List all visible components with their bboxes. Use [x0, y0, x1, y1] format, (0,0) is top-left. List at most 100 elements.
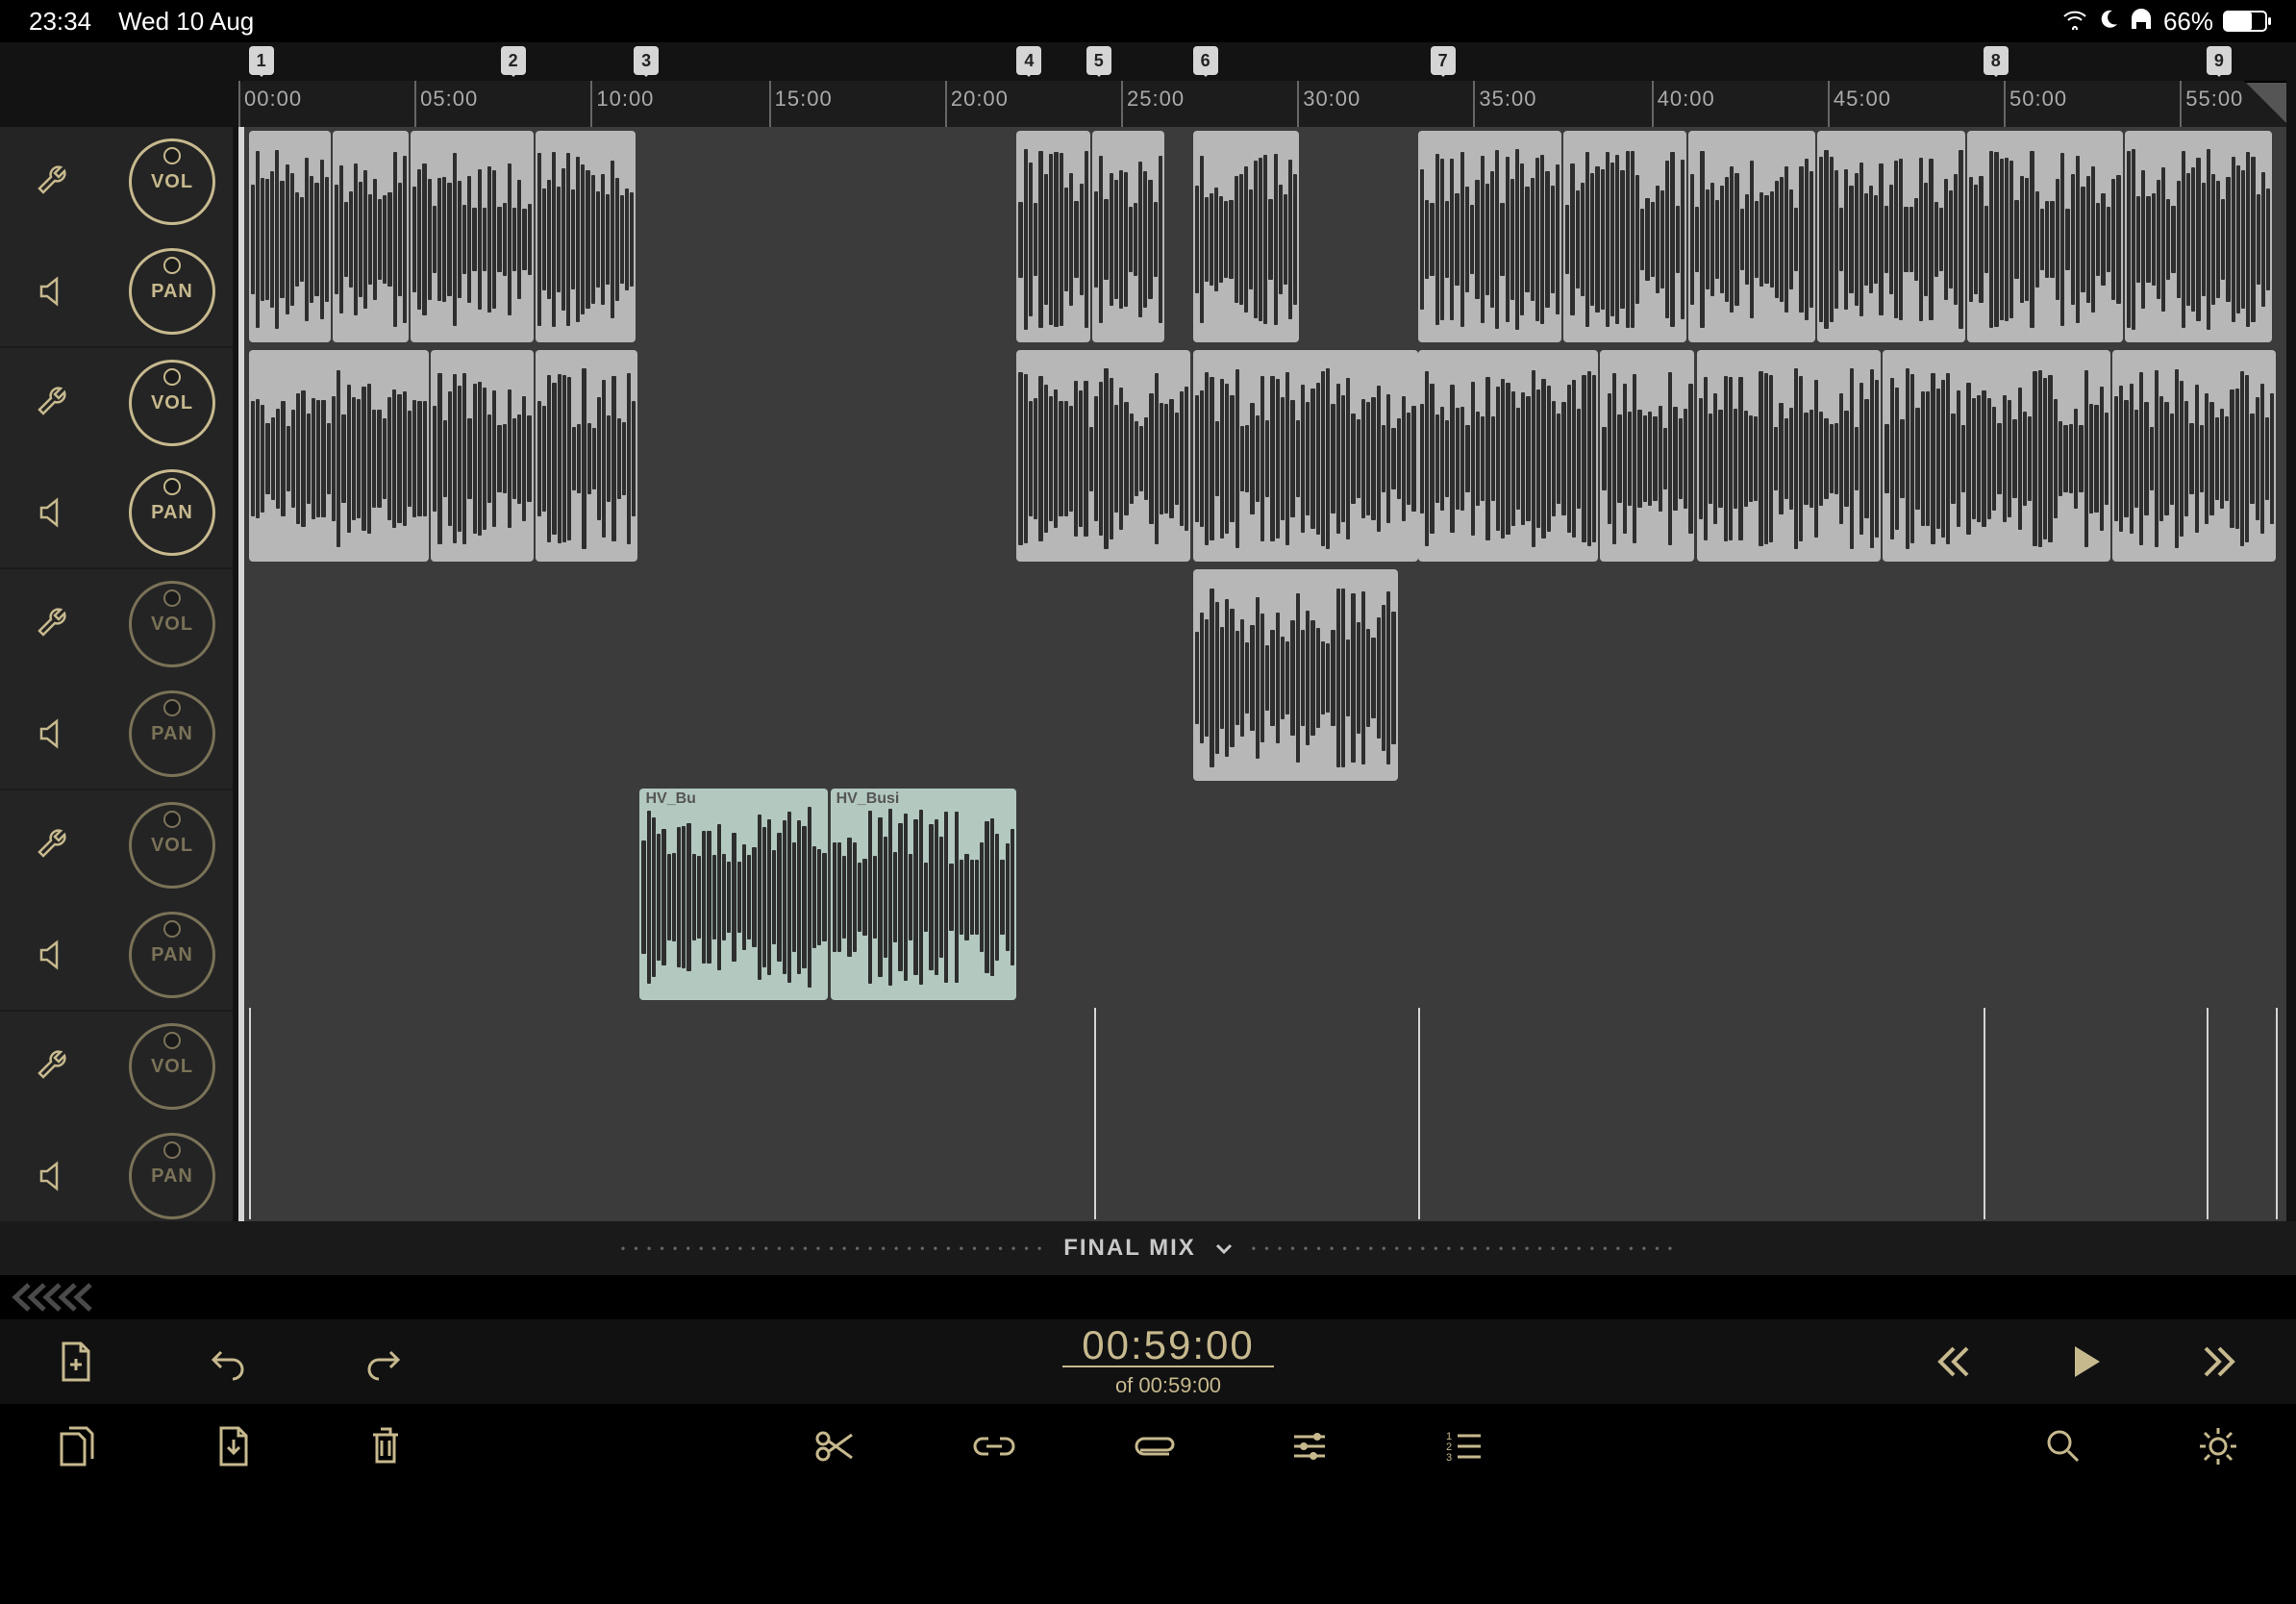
page-fold-icon[interactable] [2244, 81, 2286, 123]
redo-icon[interactable] [363, 1342, 402, 1381]
wrench-icon[interactable] [35, 826, 73, 865]
vol-knob[interactable]: VOL [129, 138, 215, 225]
audio-clip[interactable] [1697, 350, 1882, 562]
track-lane-1[interactable] [238, 127, 2286, 346]
ruler-tick: 05:00 [414, 81, 478, 127]
vol-knob[interactable]: VOL [129, 1023, 215, 1110]
list-numbered-icon[interactable]: 123 [1444, 1430, 1483, 1463]
audio-clip[interactable] [431, 350, 534, 562]
wrench-icon[interactable] [35, 163, 73, 201]
audio-clip[interactable] [1193, 350, 1418, 562]
scissors-icon[interactable] [813, 1429, 856, 1464]
dots-left: • • • • • • • • • • • • • • • • • • • • … [621, 1241, 1044, 1255]
audio-clip[interactable] [1193, 131, 1300, 342]
action-bar: 123 [0, 1404, 2296, 1489]
audio-clip[interactable]: HV_Bu [639, 789, 828, 1000]
ruler-tick: 15:00 [769, 81, 833, 127]
speaker-icon[interactable] [35, 493, 73, 532]
track-lane-3[interactable] [238, 565, 2286, 785]
audio-clip[interactable] [1600, 350, 1694, 562]
wrench-icon[interactable] [35, 605, 73, 643]
marker-row[interactable]: 1 2 3 4 5 6 7 8 9 [238, 46, 2286, 79]
editor-main: 123456789 00:0005:0010:0015:0020:0025:00… [0, 42, 2296, 1275]
audio-clip[interactable] [1418, 350, 1598, 562]
pan-knob[interactable]: PAN [129, 469, 215, 556]
audio-clip[interactable] [1817, 131, 1964, 342]
ruler-tick: 40:00 [1652, 81, 1715, 127]
link-icon[interactable] [971, 1433, 1017, 1460]
settings-sliders-icon[interactable] [1290, 1429, 1329, 1464]
marker-7[interactable]: 7 [1431, 46, 1456, 75]
audio-clip[interactable] [1193, 569, 1398, 781]
audio-clip[interactable] [1883, 350, 2109, 562]
import-file-icon[interactable] [215, 1424, 252, 1468]
audio-clip[interactable] [1016, 350, 1190, 562]
scrub-chevrons[interactable] [0, 1275, 2296, 1319]
ruler-tick: 00:00 [238, 81, 302, 127]
audio-clip[interactable] [1688, 131, 1815, 342]
marker-8[interactable]: 8 [1984, 46, 2009, 75]
marker-5[interactable]: 5 [1086, 46, 1111, 75]
time-ruler[interactable]: 00:0005:0010:0015:0020:0025:0030:0035:00… [238, 81, 2286, 127]
playhead[interactable] [238, 127, 244, 1221]
gear-icon[interactable] [2198, 1426, 2238, 1466]
chevron-down-icon[interactable] [1215, 1235, 1233, 1262]
marker-4[interactable]: 4 [1016, 46, 1041, 75]
wrench-icon[interactable] [35, 384, 73, 422]
audio-clip[interactable] [2112, 350, 2276, 562]
audio-clip[interactable] [411, 131, 534, 342]
wrench-icon[interactable] [35, 1047, 73, 1086]
speaker-icon[interactable] [35, 936, 73, 974]
audio-clip[interactable] [1092, 131, 1164, 342]
marker-6[interactable]: 6 [1193, 46, 1218, 75]
vol-knob[interactable]: VOL [129, 360, 215, 446]
status-right: 66% [2061, 7, 2267, 37]
vol-knob[interactable]: VOL [129, 802, 215, 889]
audio-clip[interactable] [249, 350, 429, 562]
mix-bar[interactable]: • • • • • • • • • • • • • • • • • • • • … [0, 1221, 2296, 1275]
status-bar: 23:34 Wed 10 Aug 66% [0, 0, 2296, 42]
track-lane-4[interactable]: HV_BuHV_Busi [238, 785, 2286, 1004]
track-lane-2[interactable] [238, 346, 2286, 565]
trash-icon[interactable] [367, 1425, 404, 1467]
transport-bar: 00:59:00 of 00:59:00 [0, 1319, 2296, 1404]
marker-line [2276, 1008, 2278, 1219]
vol-knob[interactable]: VOL [129, 581, 215, 667]
speaker-icon[interactable] [35, 1157, 73, 1195]
marker-1[interactable]: 1 [249, 46, 274, 75]
search-icon[interactable] [2044, 1427, 2083, 1466]
marker-line [1984, 1008, 1985, 1219]
battery-pct: 66% [2163, 7, 2213, 37]
wifi-icon [2061, 7, 2088, 37]
marker-3[interactable]: 3 [634, 46, 659, 75]
audio-clip[interactable] [1016, 131, 1090, 342]
skip-forward-icon[interactable] [2200, 1344, 2238, 1379]
audio-clip[interactable] [1418, 131, 1561, 342]
audio-clip[interactable] [1967, 131, 2123, 342]
battery-icon [2223, 11, 2267, 32]
audio-clip[interactable] [333, 131, 409, 342]
audio-clip[interactable] [1563, 131, 1686, 342]
marker-2[interactable]: 2 [501, 46, 526, 75]
audio-clip[interactable] [536, 350, 638, 562]
pan-knob[interactable]: PAN [129, 248, 215, 335]
pan-knob[interactable]: PAN [129, 1133, 215, 1219]
track-lanes[interactable]: HV_BuHV_Busi [238, 127, 2286, 1275]
audio-clip[interactable]: HV_Busi [831, 789, 1017, 1000]
new-file-icon[interactable] [58, 1340, 94, 1384]
play-icon[interactable] [2069, 1342, 2104, 1381]
speaker-icon[interactable] [35, 714, 73, 753]
marker-9[interactable]: 9 [2207, 46, 2232, 75]
audio-clip[interactable] [536, 131, 636, 342]
speaker-icon[interactable] [35, 272, 73, 311]
track-lane-5[interactable] [238, 1004, 2286, 1223]
pan-knob[interactable]: PAN [129, 912, 215, 998]
pan-knob[interactable]: PAN [129, 690, 215, 777]
time-current[interactable]: 00:59:00 [1062, 1325, 1274, 1367]
files-icon[interactable] [58, 1424, 100, 1468]
undo-icon[interactable] [210, 1342, 248, 1381]
audio-clip[interactable] [2125, 131, 2272, 342]
audio-clip[interactable] [249, 131, 331, 342]
skip-back-icon[interactable] [1934, 1344, 1973, 1379]
attachment-icon[interactable] [1133, 1437, 1175, 1456]
